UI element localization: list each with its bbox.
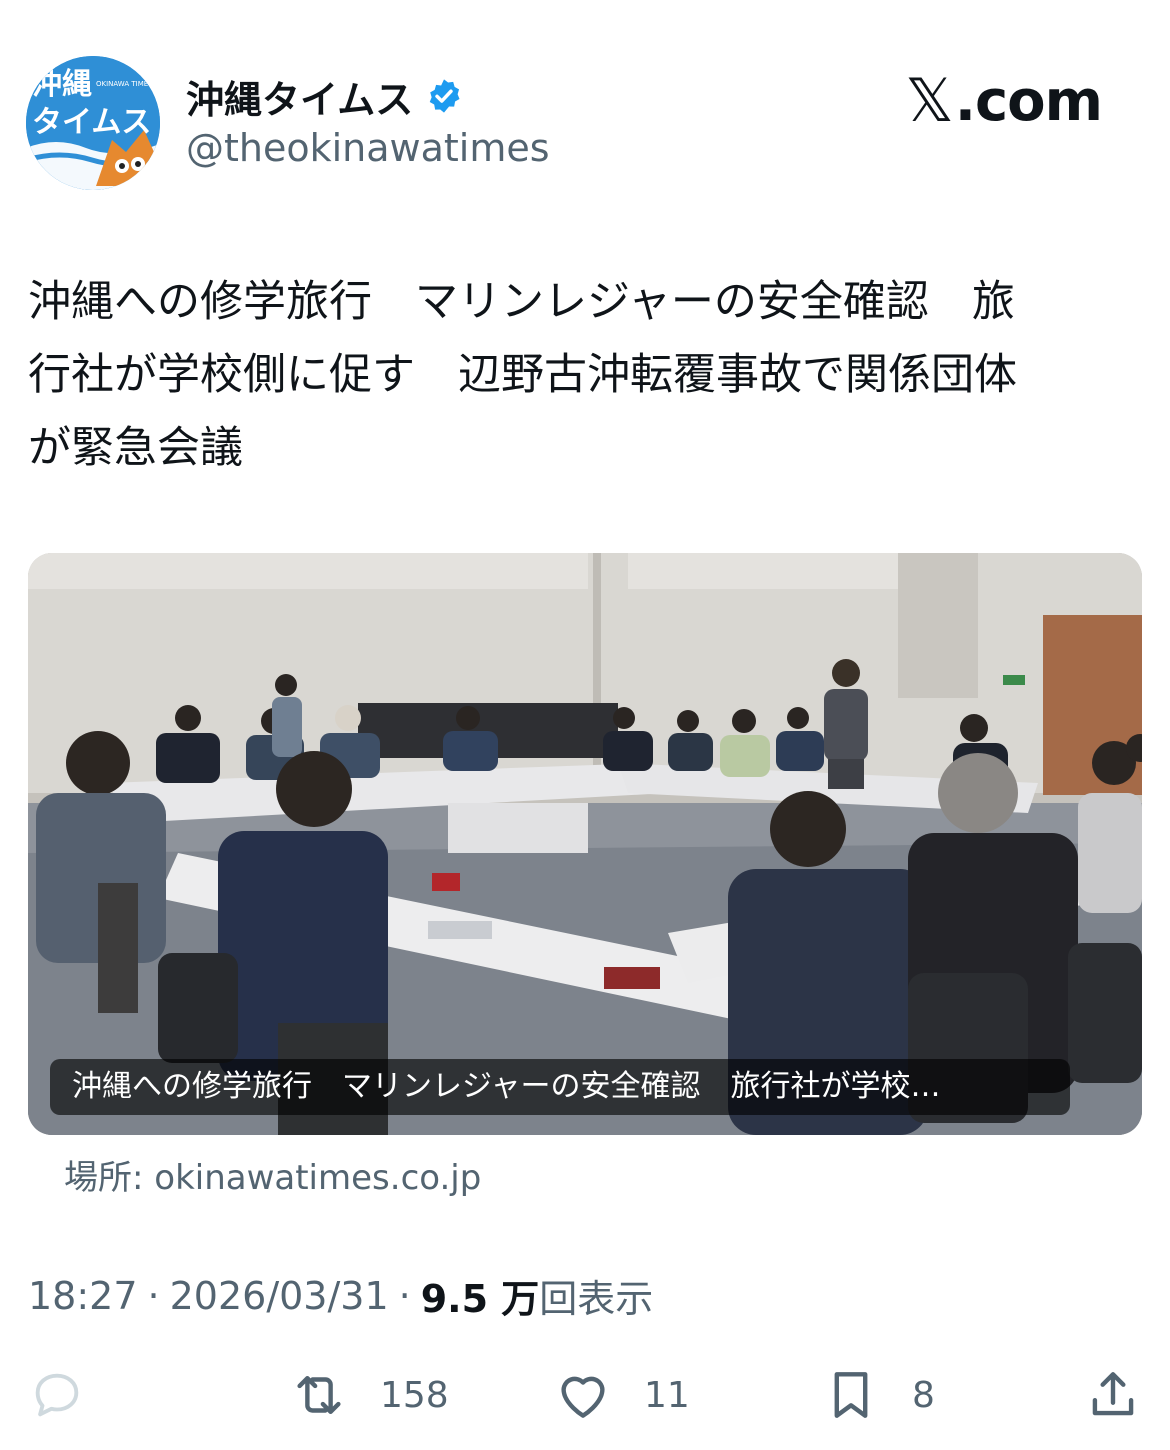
meta-separator-2: · [398,1273,411,1318]
tweet-actions: 158 11 8 [0,1360,1170,1430]
retweet-button[interactable]: 158 [288,1360,449,1430]
views-label: 回表示 [539,1277,654,1321]
okinawa-times-logo: 沖縄 OKINAWA TIMES タイムス [26,56,160,190]
retweet-icon [297,1376,341,1414]
bookmark-icon [834,1372,868,1418]
reply-icon [35,1373,79,1417]
heart-icon [561,1376,605,1418]
link-card-title: 沖縄への修学旅行 マリンレジャーの安全確認 旅行社が学校… [50,1059,1070,1115]
like-count: 11 [644,1374,690,1416]
share-button[interactable] [1082,1360,1144,1430]
link-source[interactable]: 場所: okinawatimes.co.jp [64,1150,481,1199]
like-button[interactable]: 11 [552,1360,690,1430]
x-com-logo: 𝕏 .com [905,66,1103,136]
name-row: 沖縄タイムス [186,70,463,122]
display-name[interactable]: 沖縄タイムス [186,69,413,124]
verified-badge-icon [430,79,460,113]
tweet-text: 沖縄への修学旅行 マリンレジャーの安全確認 旅 行社が学校側に促す 辺野古沖転覆… [28,277,1017,473]
tweet-header: 沖縄 OKINAWA TIMES タイムス 沖縄タイムス @theokinawa… [26,56,1144,192]
tweet-date[interactable]: 2026/03/31 [170,1274,389,1318]
retweet-count: 158 [380,1374,449,1416]
bookmark-count: 8 [912,1374,935,1416]
meeting-photo [28,553,1142,1135]
reply-button[interactable] [28,1360,116,1430]
avatar-text-1: 沖縄 [32,67,92,102]
link-card[interactable]: 沖縄への修学旅行 マリンレジャーの安全確認 旅行社が学校… [28,553,1142,1135]
views-count: 9.5 万 [420,1277,540,1321]
meta-separator: · [147,1273,160,1318]
tweet-meta: 18:27 · 2026/03/31 · 9.5 万 回表示 [28,1268,653,1323]
tweet-time[interactable]: 18:27 [28,1274,138,1318]
bookmark-button[interactable]: 8 [820,1360,935,1430]
avatar-text-2: タイムス [32,105,151,140]
avatar[interactable]: 沖縄 OKINAWA TIMES タイムス [26,56,160,190]
account-handle[interactable]: @theokinawatimes [186,126,550,170]
share-icon [1092,1372,1134,1416]
avatar-small-text: OKINAWA TIMES [96,80,153,88]
x-logo-icon: 𝕏 [905,66,953,136]
x-com-domain: .com [954,68,1103,134]
